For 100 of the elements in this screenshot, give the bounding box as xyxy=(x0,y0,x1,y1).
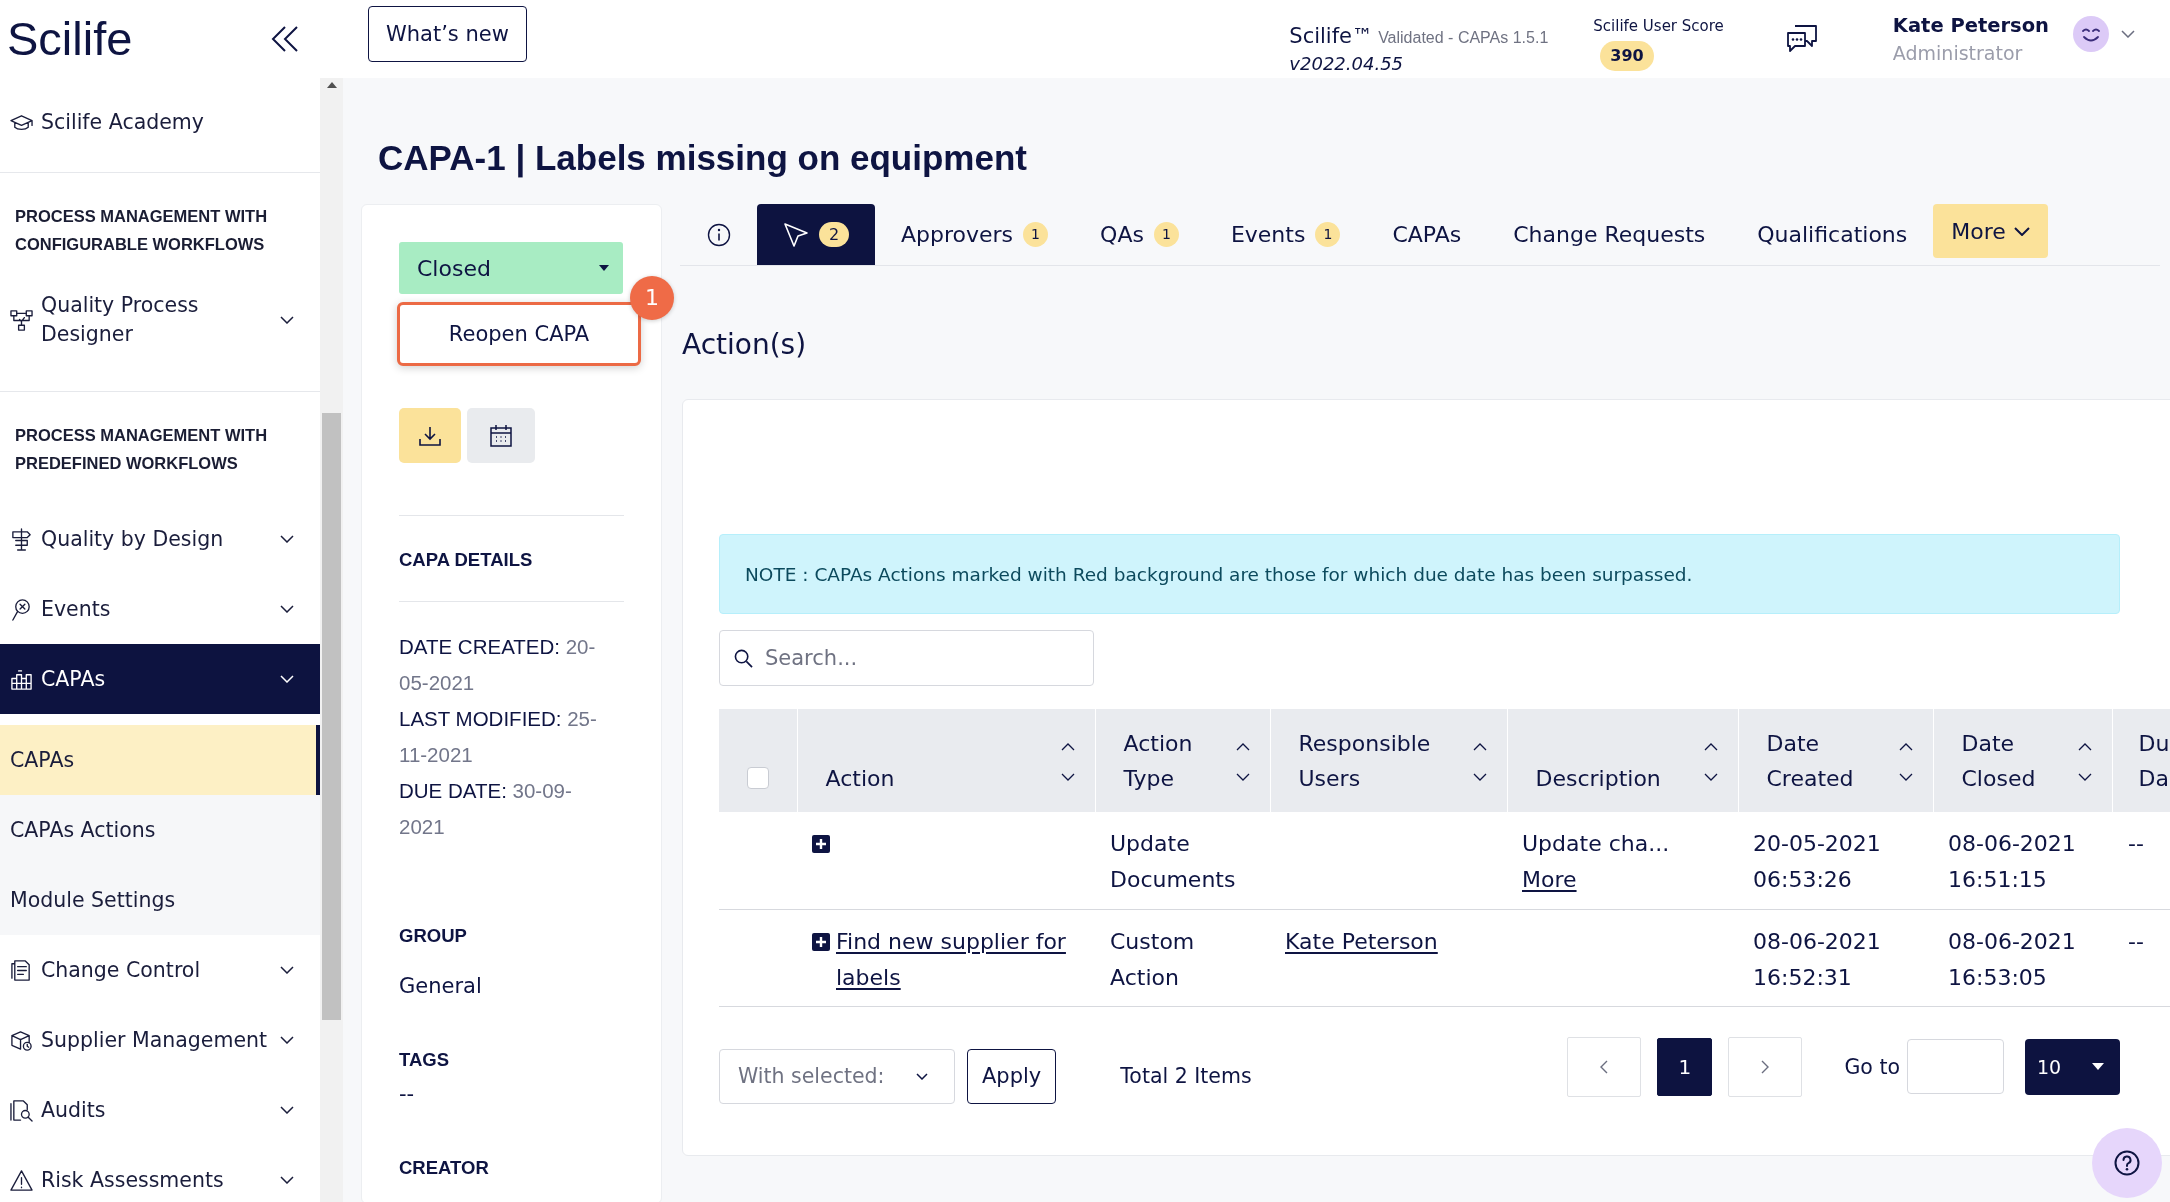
nav-subitem[interactable]: CAPAs Actions xyxy=(0,795,320,865)
expand-icon[interactable] xyxy=(812,932,830,951)
count-badge: 1 xyxy=(1315,222,1341,247)
tab[interactable]: QAs 1 xyxy=(1074,204,1205,265)
total-count: Total 2 Items xyxy=(1120,1064,1252,1088)
user-link[interactable]: Kate Peterson xyxy=(1285,928,1438,954)
sort-icon[interactable] xyxy=(2077,742,2092,782)
table-cell: -- xyxy=(2112,909,2170,1006)
cell-text: Update cha... xyxy=(1522,830,1670,858)
chevron-right-icon xyxy=(1761,1059,1770,1074)
table-cell: 08-06-2021 16:52:31 xyxy=(1738,909,1933,1006)
caret-icon xyxy=(2092,1063,2104,1070)
step-badge: 1 xyxy=(630,276,674,320)
nav-item[interactable]: CAPAs xyxy=(0,644,320,714)
tab[interactable]: 2 xyxy=(757,204,875,265)
nav-item[interactable]: Audits xyxy=(0,1075,320,1145)
chevron-down-icon xyxy=(280,605,294,613)
field-value: General xyxy=(399,973,482,1000)
section-heading: PROCESS MANAGEMENT WITH CONFIGURABLE WORKFLOWS xyxy=(14,206,269,255)
nav-item[interactable]: Risk Assessments xyxy=(0,1145,320,1202)
goto-label: Go to xyxy=(1844,1054,1900,1079)
score-label: Scilife User Score xyxy=(1593,16,1724,36)
table-cell: Update Documents xyxy=(1095,812,1270,909)
flowchart-icon xyxy=(10,308,33,332)
sort-icon[interactable] xyxy=(1703,742,1718,782)
more-link[interactable]: More xyxy=(1522,867,1577,892)
nav-item[interactable]: Supplier Management xyxy=(0,1005,320,1075)
download-button[interactable] xyxy=(399,408,461,463)
status-dropdown[interactable]: Closed xyxy=(399,242,623,294)
info-icon[interactable] xyxy=(707,222,731,247)
field-value: -- xyxy=(399,1081,415,1108)
scroll-up-icon[interactable] xyxy=(326,82,337,88)
goto-field[interactable] xyxy=(1907,1039,2004,1094)
product-name: Scilife™ xyxy=(1289,24,1374,48)
section-heading: CAPA DETAILS xyxy=(399,548,533,572)
user-role: Administrator xyxy=(1892,41,2023,66)
section-heading: PROCESS MANAGEMENT WITH PREDEFINED WORKFLOWS xyxy=(14,425,269,474)
sort-icon[interactable] xyxy=(1898,742,1913,782)
magnifier-x-icon xyxy=(10,597,33,621)
calendar-button[interactable] xyxy=(467,408,535,463)
scrollbar-thumb[interactable] xyxy=(322,413,341,1020)
version-number: v2022.04.55 xyxy=(1289,52,1404,76)
tab[interactable]: CAPAs xyxy=(1366,204,1488,265)
expand-icon[interactable] xyxy=(812,835,830,853)
tab[interactable]: Change Requests xyxy=(1487,204,1732,265)
chat-icon[interactable] xyxy=(1785,24,1818,54)
caret-icon xyxy=(599,265,609,271)
sort-icon[interactable] xyxy=(1060,742,1075,782)
nav-item[interactable]: Scilife Academy xyxy=(0,87,320,157)
page-size-select[interactable]: 10 xyxy=(2025,1038,2120,1095)
table-cell: Custom Action xyxy=(1095,909,1270,1006)
more-button[interactable]: More xyxy=(1933,204,2048,258)
tab[interactable]: Approvers 1 xyxy=(875,204,1075,265)
nav-item[interactable]: Quality by Design xyxy=(0,504,320,574)
page-button[interactable]: 1 xyxy=(1657,1037,1713,1096)
collapse-icon[interactable] xyxy=(270,24,300,54)
blocks-icon xyxy=(10,667,33,691)
tab[interactable]: Qualifications xyxy=(1731,204,1934,265)
date-field: LAST MODIFIED: 25-11-2021 xyxy=(399,701,609,773)
sort-icon[interactable] xyxy=(1472,742,1487,782)
nav-subitem[interactable]: CAPAs xyxy=(0,725,320,795)
nav-item[interactable]: Events xyxy=(0,574,320,644)
apply-button[interactable]: Apply xyxy=(967,1048,1057,1104)
nav-subitem[interactable]: Module Settings xyxy=(0,865,320,935)
chevron-down-icon[interactable] xyxy=(2121,30,2135,38)
user-name: Kate Peterson xyxy=(1892,13,2049,39)
calendar-icon xyxy=(489,423,513,448)
cursor-icon xyxy=(783,221,809,248)
edition-label: Validated - CAPAs 1.5.1 xyxy=(1378,29,1549,46)
logo: Scilife xyxy=(7,14,133,64)
count-badge: 1 xyxy=(1023,222,1049,247)
date-field: DATE CREATED: 20-05-2021 xyxy=(399,629,609,701)
signpost-icon xyxy=(10,527,33,551)
chevron-down-icon xyxy=(280,316,294,324)
chevron-left-icon xyxy=(1600,1059,1609,1074)
box-icon xyxy=(10,1028,33,1052)
document-search-icon xyxy=(10,1098,33,1122)
checkbox[interactable] xyxy=(747,767,769,789)
search-input[interactable]: Search... xyxy=(765,643,1065,673)
sort-icon[interactable] xyxy=(1235,742,1250,782)
date-field: DUE DATE: 30-09-2021 xyxy=(399,773,609,845)
avatar-icon[interactable] xyxy=(2073,16,2109,52)
action-link[interactable]: Find new supplier for labels xyxy=(836,923,1085,996)
page-title: CAPA-1 | Labels missing on equipment xyxy=(378,138,1027,178)
scrollbar[interactable] xyxy=(320,78,343,1202)
tab[interactable]: Events 1 xyxy=(1204,204,1367,265)
table-cell: 08-06-2021 16:53:05 xyxy=(1933,909,2112,1006)
chevron-down-icon xyxy=(280,966,294,974)
search-field[interactable]: Search... xyxy=(719,630,1094,686)
score-badge: 390 xyxy=(1600,41,1654,71)
chevron-down-icon xyxy=(280,535,294,543)
menu-item[interactable]: Reopen CAPA xyxy=(397,302,641,366)
chevron-down-icon xyxy=(280,1036,294,1044)
download-icon xyxy=(419,425,441,446)
nav-item[interactable]: Quality Process Designer xyxy=(0,285,320,355)
bulk-action-select[interactable]: With selected: xyxy=(719,1048,955,1104)
whats-new-button[interactable]: What’s new xyxy=(368,6,527,62)
nav-item[interactable]: Change Control xyxy=(0,935,320,1005)
chevron-down-icon xyxy=(280,1106,294,1114)
warning-icon xyxy=(10,1168,33,1192)
